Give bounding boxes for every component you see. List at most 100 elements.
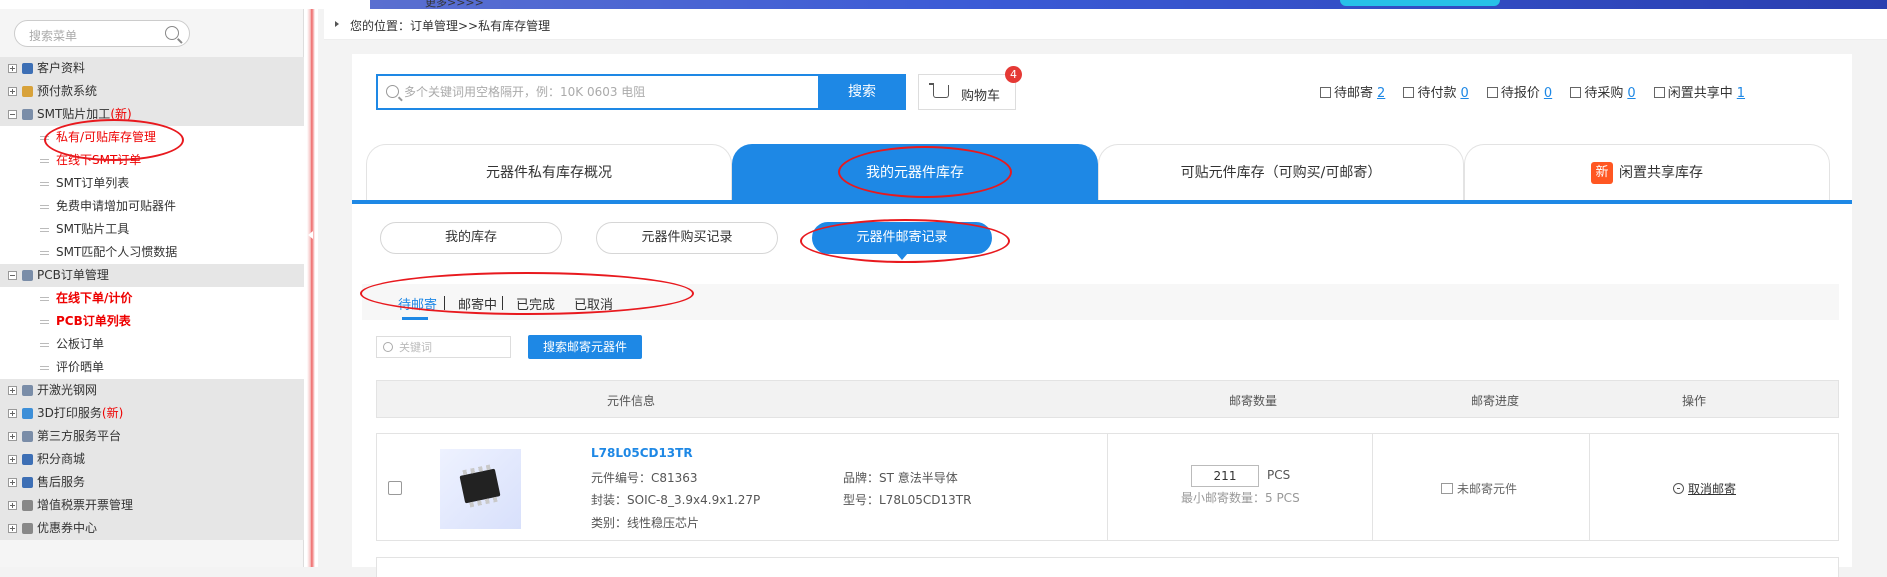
stat-value[interactable]: 0 bbox=[1460, 86, 1468, 101]
stat-value[interactable]: 1 bbox=[1737, 86, 1745, 101]
status-tab-completed[interactable]: 已完成 bbox=[516, 294, 555, 313]
sidebar-item[interactable]: 增值税票开票管理 bbox=[0, 494, 304, 517]
sidebar-subitem[interactable]: 在线下SMT订单 bbox=[0, 149, 304, 172]
header-part-info: 元件信息 bbox=[607, 394, 656, 408]
search-icon bbox=[386, 85, 399, 98]
stat-value[interactable]: 0 bbox=[1544, 86, 1552, 101]
search-icon[interactable] bbox=[165, 26, 179, 40]
status-separator bbox=[502, 296, 503, 310]
search-mailing-button[interactable]: 搜索邮寄元器件 bbox=[528, 335, 642, 359]
breadcrumb: 您的位置：订单管理>>私有库存管理 bbox=[324, 9, 1887, 40]
collapse-icon[interactable] bbox=[8, 110, 17, 119]
expand-icon[interactable] bbox=[8, 64, 17, 73]
sidebar-item-label: PCB订单管理 bbox=[37, 268, 109, 282]
sidebar-item[interactable]: 优惠券中心 bbox=[0, 517, 304, 540]
stat-pending-mail[interactable]: 待邮寄 2 bbox=[1320, 82, 1385, 101]
grid-icon bbox=[22, 431, 33, 442]
tab-mountable-inventory[interactable]: 可贴元件库存（可购买/可邮寄） bbox=[1098, 144, 1464, 200]
status-tab-mailing[interactable]: 邮寄中 bbox=[458, 294, 497, 313]
sidebar-item-label: 在线下单/计价 bbox=[56, 291, 133, 305]
order-stats: 待邮寄 2 待付款 0 待报价 0 待采购 0 闲置共享中 1 bbox=[1320, 82, 1759, 101]
expand-icon[interactable] bbox=[8, 478, 17, 487]
user-icon bbox=[22, 63, 33, 74]
cancel-mailing-link[interactable]: 取消邮寄 bbox=[1673, 480, 1736, 497]
sidebar-subitem[interactable]: SMT订单列表 bbox=[0, 172, 304, 195]
sidebar-item[interactable]: 开激光钢网 bbox=[0, 379, 304, 402]
subtab-mailing-records[interactable]: 元器件邮寄记录 bbox=[812, 222, 992, 260]
sidebar-item-label: 在线下SMT订单 bbox=[56, 153, 142, 167]
stat-value[interactable]: 0 bbox=[1627, 86, 1635, 101]
expand-icon[interactable] bbox=[8, 501, 17, 510]
sidebar-item-label: SMT贴片加工 bbox=[37, 107, 111, 121]
stat-idle-sharing[interactable]: 闲置共享中 1 bbox=[1653, 82, 1745, 101]
stat-pending-purchase[interactable]: 待采购 0 bbox=[1570, 82, 1636, 101]
tabs-underline bbox=[352, 200, 1852, 204]
subtab-my-stock[interactable]: 我的库存 bbox=[380, 222, 562, 254]
status-separator bbox=[444, 296, 445, 310]
min-mail-qty: 最小邮寄数量：5 PCS bbox=[1181, 491, 1300, 505]
sidebar-subitem[interactable]: 免费申请增加可贴器件 bbox=[0, 195, 304, 218]
status-tab-pending[interactable]: 待邮寄 bbox=[398, 294, 437, 313]
sidebar-subitem[interactable]: 在线下单/计价 bbox=[0, 287, 304, 310]
subtab-purchase-records[interactable]: 元器件购买记录 bbox=[596, 222, 778, 254]
main-panel: 搜索 购物车 4 待邮寄2 待付款0 待报价0 待采购0 闲置共享中1 元器件私… bbox=[352, 54, 1852, 577]
menu-search-input[interactable]: 搜索菜单 bbox=[14, 20, 190, 47]
cart-icon bbox=[929, 83, 949, 98]
sidebar-item[interactable]: 3D打印服务(新) bbox=[0, 402, 304, 425]
collapse-icon[interactable] bbox=[8, 271, 17, 280]
expand-icon[interactable] bbox=[8, 87, 17, 96]
expand-icon[interactable] bbox=[8, 455, 17, 464]
cart-label: 购物车 bbox=[961, 89, 1001, 104]
status-tab-cancelled[interactable]: 已取消 bbox=[574, 294, 613, 313]
sidebar-item[interactable]: PCB订单管理 bbox=[0, 264, 304, 287]
sidebar-subitem[interactable]: SMT匹配个人习惯数据 bbox=[0, 241, 304, 264]
payment-icon bbox=[1403, 87, 1415, 98]
tab-my-inventory[interactable]: 我的元器件库存 bbox=[732, 144, 1098, 200]
sidebar-collapse-splitter[interactable] bbox=[304, 9, 318, 567]
tab-idle-sharing[interactable]: 新闲置共享库存 bbox=[1464, 144, 1830, 200]
part-number-link[interactable]: L78L05CD13TR bbox=[591, 446, 693, 460]
stat-pending-payment[interactable]: 待付款 0 bbox=[1403, 82, 1469, 101]
part-thumbnail[interactable] bbox=[440, 449, 521, 529]
stat-value[interactable]: 2 bbox=[1377, 86, 1385, 101]
sidebar-item[interactable]: 积分商城 bbox=[0, 448, 304, 471]
sidebar-subitem[interactable]: SMT贴片工具 bbox=[0, 218, 304, 241]
sidebar-subitem[interactable]: PCB订单列表 bbox=[0, 310, 304, 333]
sidebar-item-label: SMT匹配个人习惯数据 bbox=[56, 245, 178, 259]
mail-qty-input[interactable]: 211 bbox=[1191, 465, 1259, 487]
collapse-arrow-icon[interactable] bbox=[308, 231, 313, 239]
top-banner-strip: 更多>>>> bbox=[0, 0, 1887, 9]
stat-pending-quote[interactable]: 待报价 0 bbox=[1486, 82, 1552, 101]
stat-label: 待付款 bbox=[1417, 86, 1457, 101]
sidebar-item[interactable]: 第三方服务平台 bbox=[0, 425, 304, 448]
stat-label: 闲置共享中 bbox=[1667, 86, 1733, 101]
cart-button[interactable]: 购物车 4 bbox=[918, 66, 1022, 110]
sidebar-item-label: 第三方服务平台 bbox=[37, 429, 122, 443]
tab-inventory-overview[interactable]: 元器件私有库存概况 bbox=[366, 144, 732, 200]
part-search-input[interactable] bbox=[404, 82, 824, 102]
sidebar-subitem[interactable]: 评价晒单 bbox=[0, 356, 304, 379]
row-checkbox[interactable] bbox=[388, 481, 402, 495]
grid-icon bbox=[22, 270, 33, 281]
search-button[interactable]: 搜索 bbox=[818, 74, 906, 110]
stat-label: 待采购 bbox=[1584, 86, 1624, 101]
sidebar-item[interactable]: SMT贴片加工(新) bbox=[0, 103, 304, 126]
expand-icon[interactable] bbox=[8, 432, 17, 441]
sidebar-item-label: 增值税票开票管理 bbox=[37, 498, 134, 512]
splitter-bar bbox=[307, 9, 315, 567]
keyword-input[interactable] bbox=[399, 339, 504, 355]
banner-band bbox=[370, 0, 1887, 9]
sidebar-item[interactable]: 售后服务 bbox=[0, 471, 304, 494]
person-icon bbox=[22, 477, 33, 488]
sidebar-item[interactable]: 预付款系统 bbox=[0, 80, 304, 103]
submenu-bullet-icon bbox=[40, 250, 49, 255]
sidebar-subitem[interactable]: 公板订单 bbox=[0, 333, 304, 356]
share-icon bbox=[1653, 87, 1665, 98]
expand-icon[interactable] bbox=[8, 386, 17, 395]
sidebar-item-label: 预付款系统 bbox=[37, 84, 98, 98]
expand-icon[interactable] bbox=[8, 409, 17, 418]
sidebar-item[interactable]: 客户资料 bbox=[0, 57, 304, 80]
submenu-bullet-icon bbox=[40, 342, 49, 347]
sidebar-subitem[interactable]: 私有/可贴库存管理 bbox=[0, 126, 304, 149]
expand-icon[interactable] bbox=[8, 524, 17, 533]
